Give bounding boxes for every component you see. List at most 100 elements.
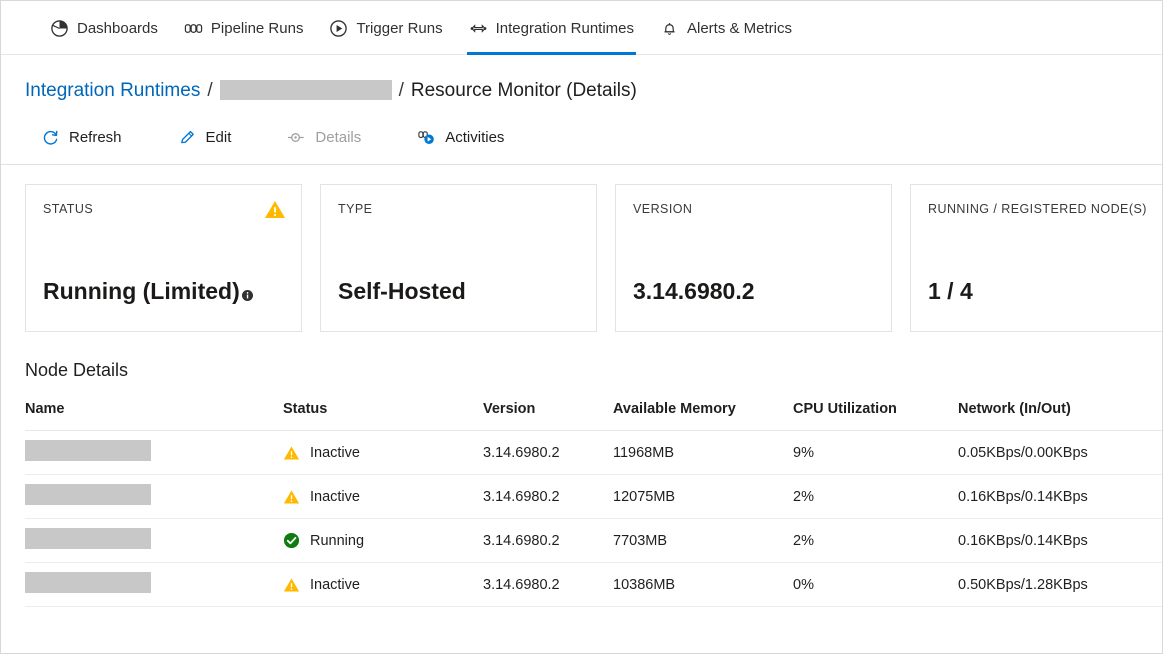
- card-label: STATUS: [43, 202, 284, 216]
- play-circle-icon: [329, 19, 348, 38]
- tab-label: Integration Runtimes: [496, 21, 634, 36]
- cell-memory: 11968MB: [613, 431, 793, 475]
- tab-label: Alerts & Metrics: [687, 21, 792, 36]
- cell-name: [25, 431, 283, 475]
- status-text: Running: [310, 533, 364, 549]
- type-card: TYPE Self-Hosted: [320, 184, 597, 332]
- success-check-icon: [283, 532, 300, 549]
- column-header-status[interactable]: Status: [283, 401, 483, 431]
- warning-triangle-icon: [264, 199, 286, 225]
- warning-triangle-icon: [283, 444, 300, 461]
- breadcrumb-separator-2: /: [399, 80, 404, 102]
- pencil-icon: [178, 128, 197, 147]
- cell-memory: 12075MB: [613, 475, 793, 519]
- card-label: VERSION: [633, 202, 874, 216]
- cell-name: [25, 519, 283, 563]
- redacted-node-name: [25, 484, 151, 505]
- cell-cpu: 0%: [793, 563, 958, 607]
- cell-status: Inactive: [283, 431, 483, 475]
- table-row[interactable]: Running 3.14.6980.2 7703MB 2% 0.16KBps/0…: [25, 519, 1163, 563]
- warning-triangle-icon: [283, 488, 300, 505]
- tab-dashboards[interactable]: Dashboards: [37, 1, 171, 55]
- tab-label: Pipeline Runs: [211, 21, 304, 36]
- summary-cards: STATUS Running (Limited) TYPE Self-Hoste…: [1, 165, 1162, 332]
- breadcrumb-separator-1: /: [207, 80, 212, 102]
- cell-status: Inactive: [283, 563, 483, 607]
- redacted-node-name: [25, 440, 151, 461]
- integration-runtime-icon: [469, 19, 488, 38]
- card-value: Running (Limited): [43, 278, 240, 305]
- tab-integration-runtimes[interactable]: Integration Runtimes: [456, 1, 647, 55]
- toolbar-button-label: Refresh: [69, 129, 122, 146]
- breadcrumb-redacted-name[interactable]: [220, 80, 392, 100]
- version-card: VERSION 3.14.6980.2: [615, 184, 892, 332]
- status-card: STATUS Running (Limited): [25, 184, 302, 332]
- card-value: Self-Hosted: [338, 278, 466, 305]
- node-details-title: Node Details: [1, 332, 1162, 381]
- table-row[interactable]: Inactive 3.14.6980.2 12075MB 2% 0.16KBps…: [25, 475, 1163, 519]
- redacted-node-name: [25, 528, 151, 549]
- status-text: Inactive: [310, 577, 360, 593]
- top-navigation-bar: Dashboards Pipeline Runs Trigger Runs In…: [1, 1, 1162, 55]
- cell-status: Inactive: [283, 475, 483, 519]
- cell-version: 3.14.6980.2: [483, 563, 613, 607]
- refresh-button[interactable]: Refresh: [35, 122, 136, 153]
- bell-icon: [660, 19, 679, 38]
- cell-network: 0.50KBps/1.28KBps: [958, 563, 1163, 607]
- card-label: RUNNING / REGISTERED NODE(S): [928, 202, 1163, 216]
- tab-label: Trigger Runs: [356, 21, 442, 36]
- pipeline-icon: [184, 19, 203, 38]
- cell-version: 3.14.6980.2: [483, 431, 613, 475]
- cell-cpu: 2%: [793, 519, 958, 563]
- status-text: Inactive: [310, 489, 360, 505]
- tab-pipeline-runs[interactable]: Pipeline Runs: [171, 1, 317, 55]
- activities-button[interactable]: Activities: [411, 122, 518, 153]
- node-details-table: Name Status Version Available Memory CPU…: [25, 401, 1163, 607]
- details-icon: [287, 128, 306, 147]
- cell-memory: 10386MB: [613, 563, 793, 607]
- activities-icon: [417, 128, 436, 147]
- cell-version: 3.14.6980.2: [483, 519, 613, 563]
- column-header-network[interactable]: Network (In/Out): [958, 401, 1163, 431]
- toolbar-button-label: Details: [315, 129, 361, 146]
- column-header-name[interactable]: Name: [25, 401, 283, 431]
- card-value: 3.14.6980.2: [633, 278, 755, 305]
- breadcrumb-link-integration-runtimes[interactable]: Integration Runtimes: [25, 80, 200, 102]
- refresh-icon: [41, 128, 60, 147]
- card-value-wrap: Running (Limited): [43, 278, 253, 305]
- cell-version: 3.14.6980.2: [483, 475, 613, 519]
- details-button: Details: [281, 122, 375, 153]
- cell-network: 0.05KBps/0.00KBps: [958, 431, 1163, 475]
- card-value: 1 / 4: [928, 278, 973, 305]
- pie-chart-icon: [50, 19, 69, 38]
- toolbar-button-label: Activities: [445, 129, 504, 146]
- command-toolbar: Refresh Edit Details Activities: [1, 113, 1162, 161]
- cell-status: Running: [283, 519, 483, 563]
- column-header-version[interactable]: Version: [483, 401, 613, 431]
- status-text: Inactive: [310, 445, 360, 461]
- cell-cpu: 9%: [793, 431, 958, 475]
- redacted-node-name: [25, 572, 151, 593]
- cell-cpu: 2%: [793, 475, 958, 519]
- breadcrumb-current-page: Resource Monitor (Details): [411, 80, 637, 102]
- cell-name: [25, 563, 283, 607]
- breadcrumb: Integration Runtimes / / Resource Monito…: [1, 69, 1162, 113]
- warning-triangle-icon: [283, 576, 300, 593]
- card-label: TYPE: [338, 202, 579, 216]
- cell-network: 0.16KBps/0.14KBps: [958, 475, 1163, 519]
- resource-monitor-page: Dashboards Pipeline Runs Trigger Runs In…: [0, 0, 1163, 654]
- column-header-memory[interactable]: Available Memory: [613, 401, 793, 431]
- tab-label: Dashboards: [77, 21, 158, 36]
- running-registered-nodes-card: RUNNING / REGISTERED NODE(S) 1 / 4: [910, 184, 1163, 332]
- cell-network: 0.16KBps/0.14KBps: [958, 519, 1163, 563]
- table-row[interactable]: Inactive 3.14.6980.2 10386MB 0% 0.50KBps…: [25, 563, 1163, 607]
- info-icon[interactable]: [242, 280, 253, 291]
- tab-trigger-runs[interactable]: Trigger Runs: [316, 1, 455, 55]
- table-header-row: Name Status Version Available Memory CPU…: [25, 401, 1163, 431]
- cell-name: [25, 475, 283, 519]
- table-row[interactable]: Inactive 3.14.6980.2 11968MB 9% 0.05KBps…: [25, 431, 1163, 475]
- edit-button[interactable]: Edit: [172, 122, 246, 153]
- tab-alerts-and-metrics[interactable]: Alerts & Metrics: [647, 1, 805, 55]
- column-header-cpu[interactable]: CPU Utilization: [793, 401, 958, 431]
- cell-memory: 7703MB: [613, 519, 793, 563]
